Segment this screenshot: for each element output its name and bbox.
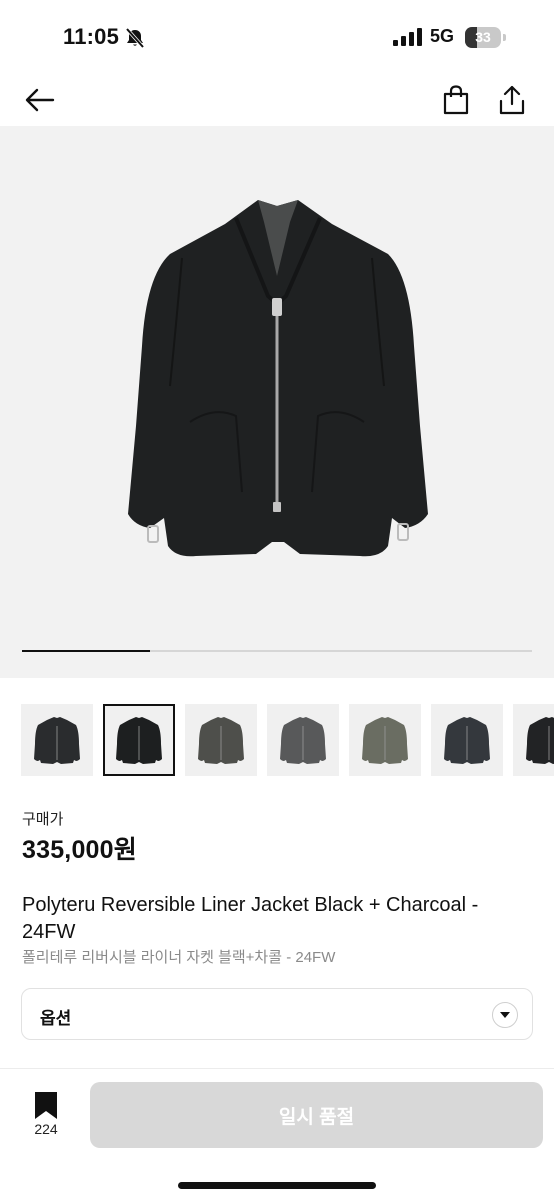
battery-level: 33 <box>475 29 491 45</box>
thumbnail-3[interactable] <box>185 704 257 776</box>
carousel-progress <box>22 650 532 652</box>
bookmark-icon <box>35 1092 57 1119</box>
product-jacket-image <box>128 200 428 557</box>
network-type: 5G <box>430 26 455 46</box>
arrow-left-icon <box>25 88 55 112</box>
sold-out-button[interactable]: 일시 품절 <box>90 1082 543 1148</box>
shopping-bag-icon <box>443 85 469 115</box>
carousel-progress-fill <box>22 650 150 652</box>
status-bar: 11:05 5G 33 <box>0 0 554 70</box>
thumbnail-1[interactable] <box>21 704 93 776</box>
price: 335,000원 <box>22 836 137 864</box>
jacket-thumbnail-image <box>198 717 244 764</box>
share-icon <box>499 85 525 115</box>
chevron-down-icon <box>492 1002 518 1028</box>
thumbnail-6[interactable] <box>431 704 503 776</box>
option-label: 옵션 <box>40 1009 72 1028</box>
cellular-signal-icon <box>393 28 422 46</box>
shopping-bag-button[interactable] <box>436 80 476 120</box>
product-image-carousel[interactable] <box>0 126 554 678</box>
price-label: 구매가 <box>22 811 64 828</box>
jacket-thumbnail-image <box>34 717 80 764</box>
thumbnail-2[interactable] <box>103 704 175 776</box>
jacket-thumbnail-image <box>362 717 408 764</box>
share-button[interactable] <box>492 80 532 120</box>
bell-off-icon <box>125 28 145 48</box>
bookmark-count: 224 <box>34 1121 58 1137</box>
jacket-thumbnail-image <box>280 717 326 764</box>
product-title: Polyteru Reversible Liner Jacket Black +… <box>22 894 479 943</box>
bottom-divider <box>0 1068 554 1069</box>
jacket-thumbnail-image <box>526 717 554 764</box>
option-select[interactable]: 옵션 <box>21 988 533 1040</box>
top-nav <box>0 70 554 126</box>
thumbnail-4[interactable] <box>267 704 339 776</box>
thumbnail-7[interactable] <box>513 704 554 776</box>
product-subtitle: 폴리테루 리버시블 라이너 자켓 블랙+차콜 - 24FW <box>22 949 336 966</box>
thumbnail-strip <box>21 704 554 778</box>
status-time: 11:05 <box>63 24 120 49</box>
thumbnail-5[interactable] <box>349 704 421 776</box>
jacket-thumbnail-image <box>116 717 162 764</box>
bookmark-button[interactable]: 224 <box>22 1088 70 1144</box>
home-indicator <box>178 1182 376 1189</box>
battery-icon: 33 <box>465 27 507 48</box>
jacket-thumbnail-image <box>444 717 490 764</box>
back-button[interactable] <box>20 80 60 120</box>
